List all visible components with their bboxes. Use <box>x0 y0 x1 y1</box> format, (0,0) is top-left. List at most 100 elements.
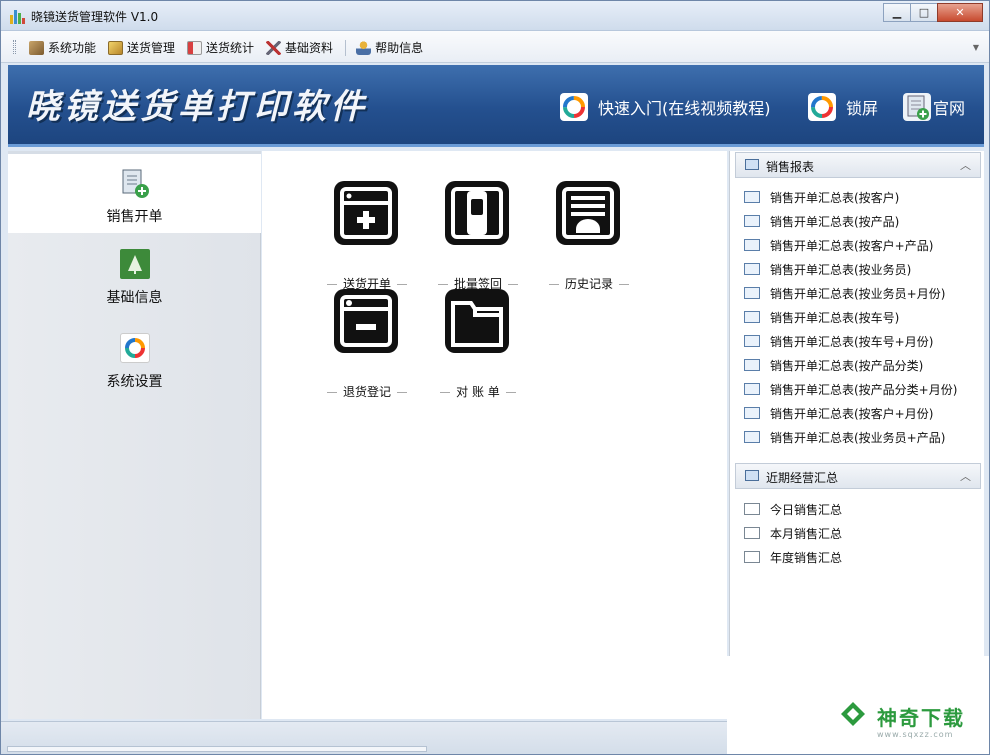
status-progress-bar <box>7 746 427 752</box>
report-link[interactable]: 销售开单汇总表(按业务员) <box>744 258 911 280</box>
recent-summary-header[interactable]: 近期经营汇总 ︿ <box>735 463 981 489</box>
tile-return-register[interactable]: 退货登记 <box>322 289 412 399</box>
monitor-arrow-icon <box>744 263 760 275</box>
help-icon <box>356 40 372 55</box>
quick-start-link[interactable]: 快速入门(在线视频教程) <box>560 93 771 121</box>
summary-link[interactable]: 本月销售汇总 <box>744 522 842 544</box>
notebook-add-icon <box>120 168 150 198</box>
report-link-label: 销售开单汇总表(按车号) <box>770 310 900 325</box>
tile-label-history: 历史记录 <box>534 275 644 292</box>
main-content: 送货开单 批量签回 历史记录 退货登记 对 账 单 <box>262 151 727 719</box>
monitor-arrow-icon <box>744 191 760 203</box>
maximize-button[interactable]: □ <box>910 3 938 22</box>
stats-icon <box>187 40 203 55</box>
menu-system-label: 系统功能 <box>48 41 97 55</box>
chevron-up-icon[interactable]: ︿ <box>960 157 971 173</box>
picasa-icon <box>120 333 150 363</box>
toolbar-grip[interactable] <box>13 40 16 54</box>
window-minus-icon <box>334 289 398 353</box>
sales-report-header[interactable]: 销售报表 ︿ <box>735 152 981 178</box>
report-link-label: 销售开单汇总表(按产品) <box>770 214 900 229</box>
official-site-link[interactable]: 官网 <box>903 93 965 121</box>
picasa-icon <box>808 93 836 121</box>
watermark: 神奇下载 www.sqxzz.com <box>727 656 989 754</box>
report-link[interactable]: 销售开单汇总表(按产品) <box>744 210 899 232</box>
app-bar-chart-icon <box>9 8 25 24</box>
menu-help-label: 帮助信息 <box>375 41 424 55</box>
nav-item-sales-order[interactable]: 销售开单 <box>8 151 261 233</box>
monitor-arrow-icon <box>744 359 760 371</box>
report-link[interactable]: 销售开单汇总表(按客户) <box>744 186 899 208</box>
notebook-add-icon <box>903 93 931 121</box>
menu-delivery-label: 送货管理 <box>127 41 176 55</box>
report-link[interactable]: 销售开单汇总表(按产品分类+月份) <box>744 378 957 400</box>
report-link[interactable]: 销售开单汇总表(按客户+月份) <box>744 402 933 424</box>
monitor-arrow-icon <box>744 239 760 251</box>
report-link-label: 销售开单汇总表(按业务员) <box>770 262 912 277</box>
report-link-label: 销售开单汇总表(按业务员+产品) <box>770 430 946 445</box>
menu-help[interactable]: 帮助信息 <box>356 39 423 56</box>
tree-icon <box>120 249 150 279</box>
sales-report-title: 销售报表 <box>766 160 815 174</box>
report-link-label: 销售开单汇总表(按客户+产品) <box>770 238 934 253</box>
chevron-down-icon[interactable]: ▼ <box>973 43 979 52</box>
title-bar[interactable]: 晓镜送货管理软件 V1.0 ▁ □ ✕ <box>1 1 989 31</box>
report-link[interactable]: 销售开单汇总表(按产品分类) <box>744 354 923 376</box>
menu-delivery[interactable]: 送货管理 <box>108 39 175 56</box>
monitor-icon <box>745 159 759 170</box>
monitor-arrow-icon <box>744 311 760 323</box>
right-panel: 销售报表 ︿ 销售开单汇总表(按客户) 销售开单汇总表(按产品) 销售开单汇总表… <box>729 151 984 719</box>
summary-link[interactable]: 今日销售汇总 <box>744 498 842 520</box>
report-link-label: 销售开单汇总表(按产品分类+月份) <box>770 382 958 397</box>
report-link-label: 销售开单汇总表(按客户+月份) <box>770 406 934 421</box>
system-icon <box>29 40 44 55</box>
report-link-label: 销售开单汇总表(按业务员+月份) <box>770 286 946 301</box>
report-link[interactable]: 销售开单汇总表(按车号) <box>744 306 899 328</box>
nav-item-system-settings[interactable]: 系统设置 <box>8 319 261 401</box>
tile-history[interactable]: 历史记录 <box>544 181 634 291</box>
report-link-label: 销售开单汇总表(按产品分类) <box>770 358 924 373</box>
picasa-icon <box>560 93 588 121</box>
watermark-logo-icon <box>839 700 867 728</box>
minimize-button[interactable]: ▁ <box>883 3 911 22</box>
left-navigation: 销售开单 基础信息 系统设置 <box>8 151 261 719</box>
tile-batch-signback[interactable]: 批量签回 <box>433 181 523 291</box>
summary-link-label: 本月销售汇总 <box>770 526 843 541</box>
lock-screen-link[interactable]: 锁屏 <box>808 93 878 121</box>
window-plus-icon <box>334 181 398 245</box>
monitor-arrow-icon <box>744 407 760 419</box>
monitor-arrow-icon <box>744 215 760 227</box>
book-icon <box>744 503 760 515</box>
monitor-arrow-icon <box>744 383 760 395</box>
book-icon <box>744 551 760 563</box>
document-upload-icon <box>556 181 620 245</box>
nav-item-basic-info[interactable]: 基础信息 <box>8 235 261 317</box>
nav-label-system-settings: 系统设置 <box>106 374 163 390</box>
tile-delivery-order[interactable]: 送货开单 <box>322 181 412 291</box>
chevron-up-icon[interactable]: ︿ <box>960 468 971 484</box>
report-link-label: 销售开单汇总表(按客户) <box>770 190 900 205</box>
tools-icon <box>266 40 282 55</box>
close-button[interactable]: ✕ <box>937 3 983 22</box>
monitor-arrow-icon <box>744 335 760 347</box>
summary-link[interactable]: 年度销售汇总 <box>744 546 842 568</box>
report-link[interactable]: 销售开单汇总表(按车号+月份) <box>744 330 933 352</box>
monitor-icon <box>745 470 759 481</box>
report-link[interactable]: 销售开单汇总表(按业务员+月份) <box>744 282 945 304</box>
official-site-label: 官网 <box>933 99 966 118</box>
report-link[interactable]: 销售开单汇总表(按业务员+产品) <box>744 426 945 448</box>
menu-separator <box>345 39 347 56</box>
monitor-arrow-icon <box>744 431 760 443</box>
app-logo-text: 晓镜送货单打印软件 <box>26 87 368 127</box>
tile-statement[interactable]: 对 账 单 <box>433 289 523 399</box>
window-title: 晓镜送货管理软件 V1.0 <box>31 10 159 24</box>
report-link[interactable]: 销售开单汇总表(按客户+产品) <box>744 234 933 256</box>
watermark-url: www.sqxzz.com <box>877 730 954 739</box>
folder-icon <box>445 289 509 353</box>
menu-stats[interactable]: 送货统计 <box>187 39 254 56</box>
menu-system[interactable]: 系统功能 <box>29 39 96 56</box>
menu-basic-data[interactable]: 基础资料 <box>266 39 333 56</box>
summary-link-label: 年度销售汇总 <box>770 550 843 565</box>
recent-summary-title: 近期经营汇总 <box>766 471 839 485</box>
delivery-icon <box>108 40 124 55</box>
